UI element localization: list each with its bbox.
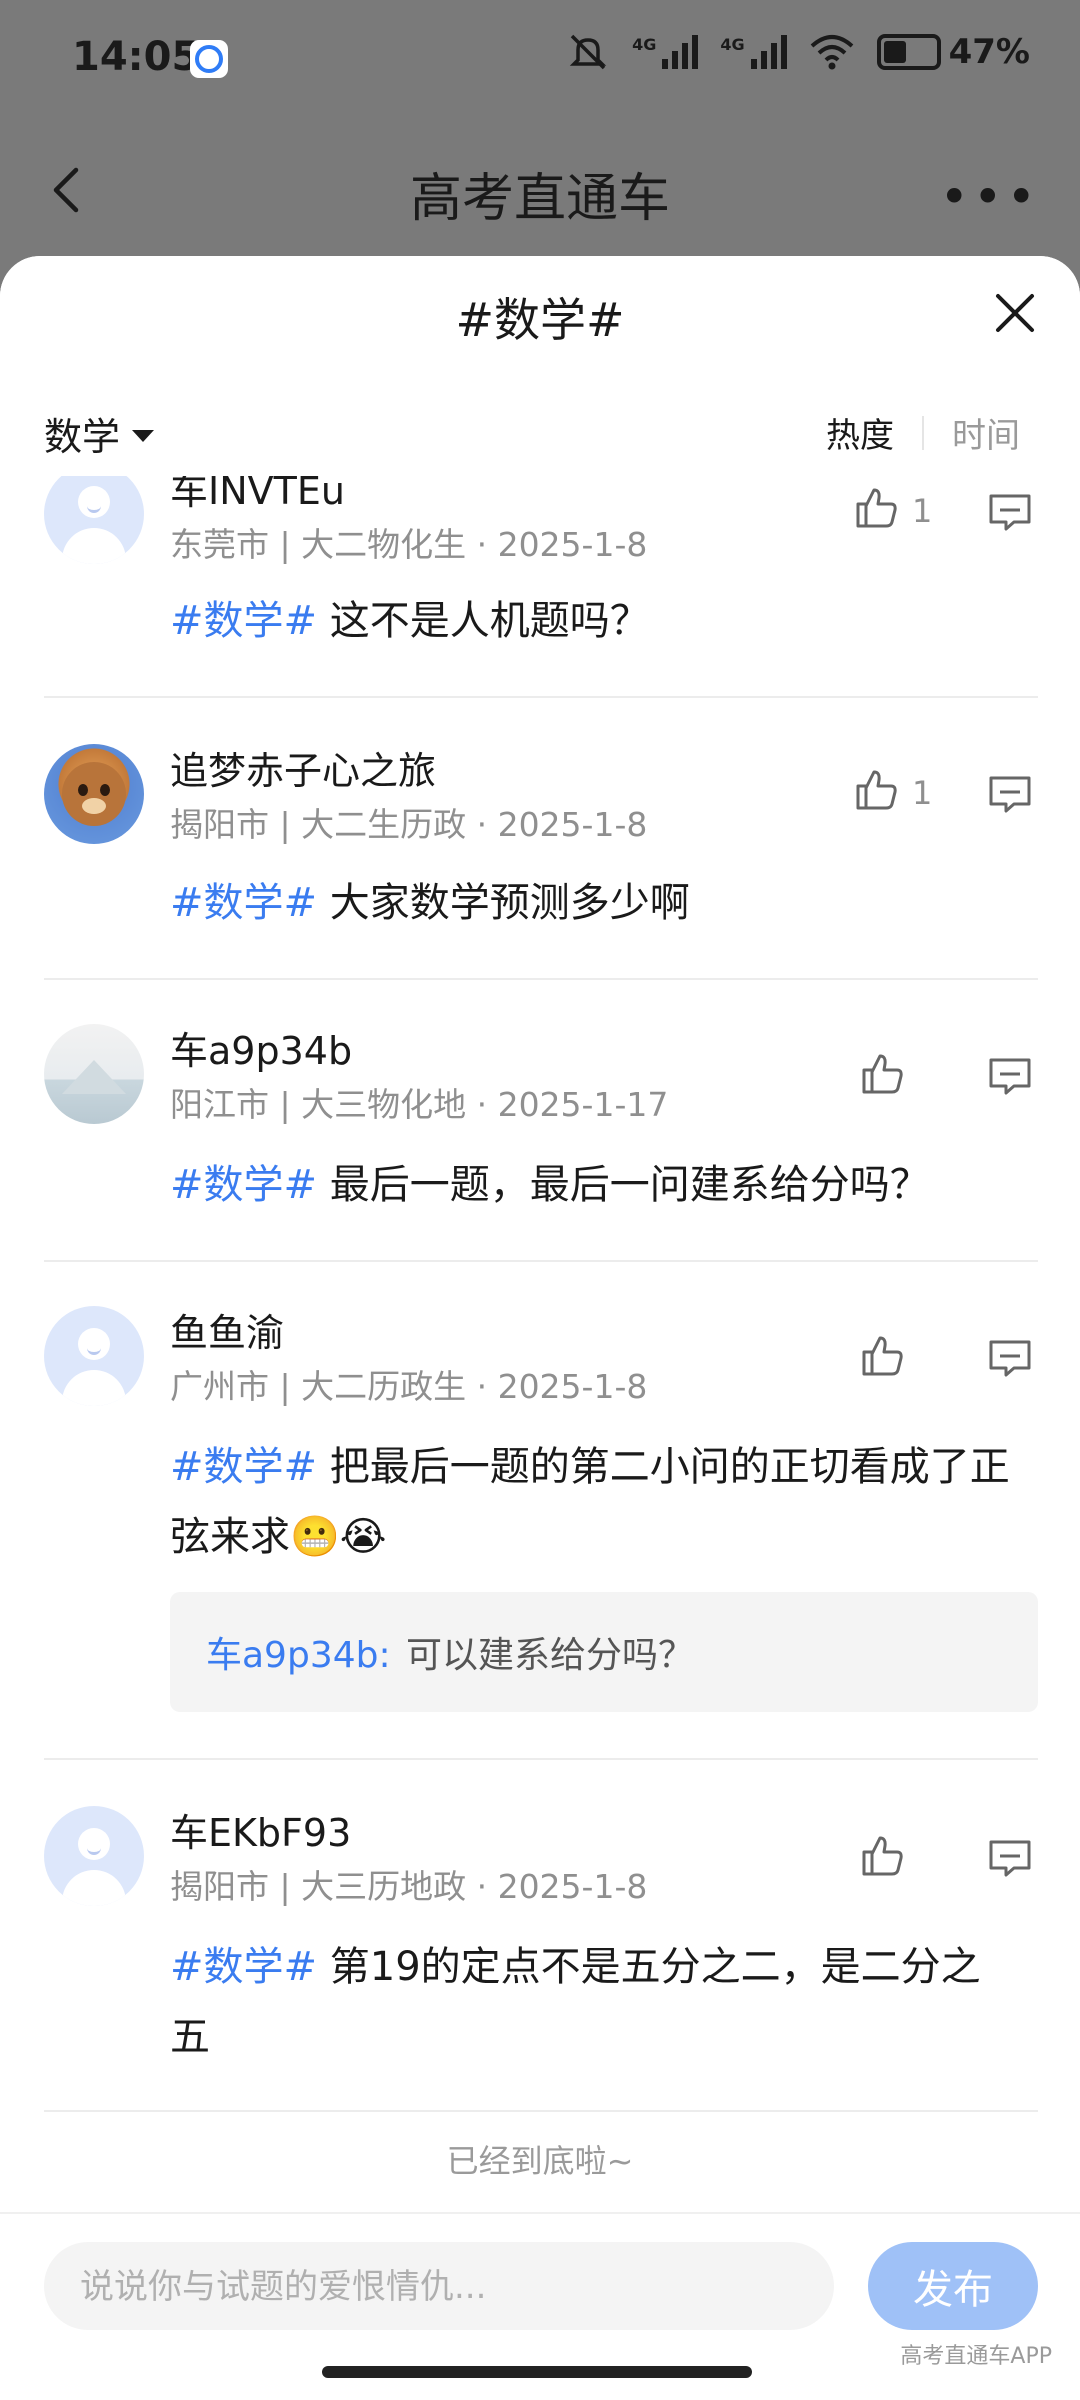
status-bar: 14:05 4G 4G 47% <box>0 0 1080 120</box>
post-author[interactable]: 车a9p34b <box>170 1020 352 1075</box>
topic-tag[interactable]: #数学# <box>170 1944 317 1990</box>
battery-percent: 47% <box>948 32 1030 72</box>
subject-dropdown[interactable]: 数学 <box>44 406 155 461</box>
avatar[interactable] <box>44 744 144 844</box>
divider <box>44 2110 1038 2112</box>
post-meta: 揭阳市 | 大三历地政 · 2025-1-8 <box>170 1867 648 1906</box>
post-content: #数学# 最后一题，最后一问建系给分吗？ <box>170 1162 930 1208</box>
avatar[interactable] <box>44 1806 144 1906</box>
post-meta: 东莞市 | 大二物化生 · 2025-1-8 <box>170 525 648 564</box>
page-title: 高考直通车 <box>409 169 670 229</box>
post-author[interactable]: 鱼鱼渝 <box>170 1302 284 1357</box>
divider <box>44 978 1038 980</box>
reply-author[interactable]: 车a9p34b: <box>206 1626 391 1678</box>
wifi-icon <box>810 35 853 70</box>
notification-app-icon <box>190 40 228 78</box>
topic-tag[interactable]: #数学# <box>170 880 317 926</box>
avatar[interactable] <box>44 1024 144 1124</box>
mute-icon <box>569 34 607 70</box>
post-content: #数学# 大家数学预测多少啊 <box>170 880 690 926</box>
signal-2-icon: 4G <box>720 35 787 69</box>
comment-icon[interactable] <box>986 770 1034 818</box>
sort-hot[interactable]: 热度 <box>826 408 894 457</box>
app-watermark: 高考直通车APP <box>900 2344 1052 2369</box>
comment-icon[interactable] <box>986 1052 1034 1100</box>
thumb-up-icon[interactable] <box>858 1050 906 1098</box>
status-indicators: 4G 4G 47% <box>566 32 1030 72</box>
comment-icon[interactable] <box>986 488 1034 536</box>
post-author[interactable]: 车EKbF93 <box>170 1802 351 1857</box>
filter-bar: 数学 热度 时间 <box>0 386 1080 476</box>
thumb-up-icon[interactable] <box>858 1332 906 1380</box>
post-meta: 阳江市 | 大三物化地 · 2025-1-17 <box>170 1085 669 1124</box>
sheet-header: #数学# <box>0 256 1080 386</box>
thumb-up-icon[interactable] <box>852 766 900 814</box>
status-time: 14:05 <box>72 34 200 80</box>
end-of-list-text: 已经到底啦~ <box>446 2142 634 2180</box>
topic-tag[interactable]: #数学# <box>170 1444 317 1490</box>
signal-1-icon: 4G <box>632 35 699 69</box>
avatar[interactable] <box>44 464 144 564</box>
post-meta: 广州市 | 大二历政生 · 2025-1-8 <box>170 1367 648 1406</box>
close-icon[interactable] <box>988 286 1042 340</box>
avatar[interactable] <box>44 1306 144 1406</box>
like-count: 1 <box>912 492 933 530</box>
divider <box>44 696 1038 698</box>
post-author[interactable]: 追梦赤子心之旅 <box>170 740 436 795</box>
thumb-up-icon[interactable] <box>852 484 900 532</box>
reply-text: 可以建系给分吗？ <box>406 1635 695 1676</box>
topic-sheet: 车INVTEu 东莞市 | 大二物化生 · 2025-1-8 1 #数学# 这不… <box>0 256 1080 2400</box>
topic-tag[interactable]: #数学# <box>170 1162 317 1208</box>
post-meta: 揭阳市 | 大二生历政 · 2025-1-8 <box>170 805 648 844</box>
subject-label: 数学 <box>44 415 121 459</box>
post-list: 车INVTEu 东莞市 | 大二物化生 · 2025-1-8 1 #数学# 这不… <box>0 256 1080 2400</box>
more-icon[interactable]: ••• <box>940 168 1040 226</box>
post-content: #数学# 把最后一题的第二小问的正切看成了正弦来求😬😭 <box>170 1444 1010 1560</box>
publish-button[interactable]: 发布 <box>868 2242 1038 2330</box>
comment-input[interactable] <box>78 2242 802 2332</box>
comment-input-wrapper <box>44 2242 834 2332</box>
caret-down-icon <box>132 429 155 442</box>
thumb-up-icon[interactable] <box>858 1832 906 1880</box>
divider <box>44 1758 1038 1760</box>
divider <box>0 2212 1080 2214</box>
topic-tag[interactable]: #数学# <box>170 598 317 644</box>
sort-divider <box>922 415 924 450</box>
post-content: #数学# 第19的定点不是五分之二，是二分之五 <box>170 1944 981 2060</box>
sort-toggle: 热度 时间 <box>826 408 1020 457</box>
sheet-title: #数学# <box>455 293 625 347</box>
divider <box>44 1260 1038 1262</box>
battery-indicator: 47% <box>876 32 1030 72</box>
home-indicator[interactable] <box>322 2366 752 2378</box>
app-header: 高考直通车 ••• <box>0 120 1080 260</box>
sort-time[interactable]: 时间 <box>952 408 1020 457</box>
post-content: #数学# 这不是人机题吗？ <box>170 598 650 644</box>
battery-icon <box>876 34 941 70</box>
comment-icon[interactable] <box>986 1334 1034 1382</box>
reply-preview[interactable]: 车a9p34b: 可以建系给分吗？ <box>170 1592 1038 1712</box>
like-count: 1 <box>912 774 933 812</box>
comment-icon[interactable] <box>986 1834 1034 1882</box>
